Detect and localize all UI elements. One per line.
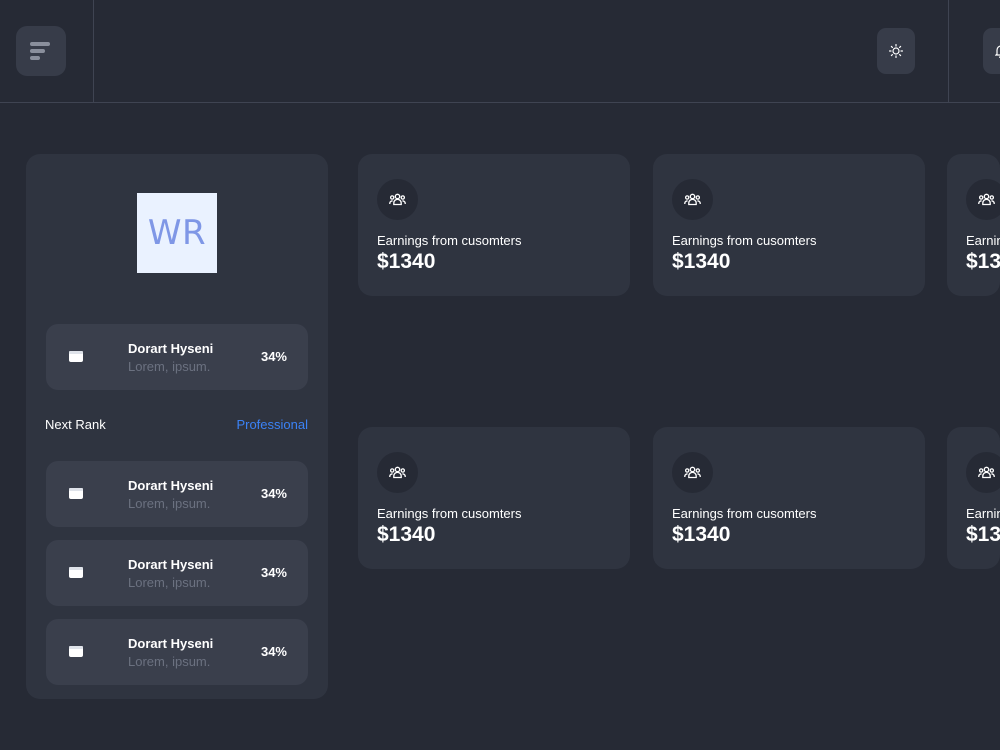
wallet-icon [69, 351, 83, 362]
notifications-button[interactable] [983, 28, 1000, 74]
users-icon-wrap [966, 452, 1000, 493]
rank-item-name: Dorart Hyseni [128, 557, 214, 572]
users-icon [684, 466, 701, 479]
earnings-value: $1340 [377, 523, 436, 546]
rank-item-percent: 34% [260, 486, 287, 501]
earnings-card[interactable]: Earnings from cusomters $1340 [653, 154, 925, 296]
earnings-value: $1340 [966, 523, 1000, 546]
rank-item-percent: 34% [260, 644, 287, 659]
next-rank-link[interactable]: Professional [236, 417, 308, 432]
bell-icon [995, 45, 1000, 58]
menu-lines-icon [30, 42, 50, 60]
menu-button[interactable] [16, 26, 66, 76]
users-icon [389, 466, 406, 479]
avatar: WR [137, 193, 217, 273]
rank-item-name: Dorart Hyseni [128, 636, 214, 651]
earnings-label: Earnings from cusomters [966, 233, 1000, 248]
users-icon-wrap [966, 179, 1000, 220]
earnings-value: $1340 [377, 250, 436, 273]
dashboard-page: WR Dorart Hyseni Lorem, ipsum. 34% Next … [0, 0, 1000, 750]
earnings-card[interactable]: Earnings from cusomters $1340 [358, 427, 630, 569]
rank-item-subtitle: Lorem, ipsum. [128, 359, 211, 374]
users-icon [978, 466, 995, 479]
wallet-icon [69, 567, 83, 578]
earnings-card[interactable]: Earnings from cusomters $1340 [947, 154, 1000, 296]
users-icon [389, 193, 406, 206]
users-icon-wrap [377, 452, 418, 493]
earnings-card[interactable]: Earnings from cusomters $1340 [653, 427, 925, 569]
earnings-card[interactable]: Earnings from cusomters $1340 [947, 427, 1000, 569]
rank-item-percent: 34% [260, 349, 287, 364]
earnings-label: Earnings from cusomters [966, 506, 1000, 521]
wallet-icon [69, 488, 83, 499]
users-icon-wrap [672, 452, 713, 493]
users-icon [684, 193, 701, 206]
rank-item[interactable]: Dorart Hyseni Lorem, ipsum. 34% [46, 540, 308, 606]
earnings-value: $1340 [672, 523, 731, 546]
users-icon-wrap [377, 179, 418, 220]
rank-item-percent: 34% [260, 565, 287, 580]
earnings-value: $1340 [966, 250, 1000, 273]
earnings-label: Earnings from cusomters [377, 506, 522, 521]
users-icon [978, 193, 995, 206]
earnings-label: Earnings from cusomters [672, 233, 817, 248]
rank-item-name: Dorart Hyseni [128, 478, 214, 493]
rank-item-name: Dorart Hyseni [128, 341, 214, 356]
wallet-icon [69, 646, 83, 657]
earnings-label: Earnings from cusomters [672, 506, 817, 521]
rank-item[interactable]: Dorart Hyseni Lorem, ipsum. 34% [46, 324, 308, 390]
earnings-card[interactable]: Earnings from cusomters $1340 [358, 154, 630, 296]
rank-item[interactable]: Dorart Hyseni Lorem, ipsum. 34% [46, 461, 308, 527]
sun-icon [889, 44, 903, 58]
earnings-label: Earnings from cusomters [377, 233, 522, 248]
earnings-value: $1340 [672, 250, 731, 273]
next-rank-label: Next Rank [45, 417, 106, 432]
profile-card: WR Dorart Hyseni Lorem, ipsum. 34% Next … [26, 154, 328, 699]
header-divider-left [93, 0, 94, 103]
header-divider-right [948, 0, 949, 103]
rank-item-subtitle: Lorem, ipsum. [128, 654, 211, 669]
rank-item[interactable]: Dorart Hyseni Lorem, ipsum. 34% [46, 619, 308, 685]
top-bar [0, 0, 1000, 103]
rank-item-subtitle: Lorem, ipsum. [128, 575, 211, 590]
rank-item-subtitle: Lorem, ipsum. [128, 496, 211, 511]
users-icon-wrap [672, 179, 713, 220]
theme-toggle-button[interactable] [877, 28, 915, 74]
